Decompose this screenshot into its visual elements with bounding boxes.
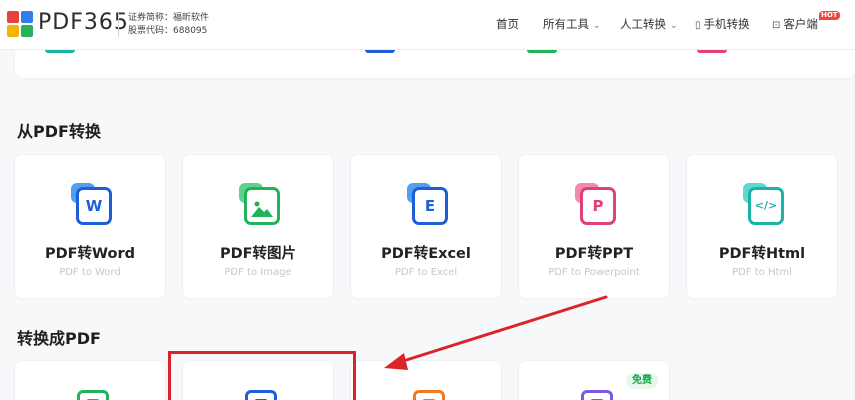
nav-home[interactable]: 首页 <box>496 16 519 32</box>
pdf365-logo-icon[interactable] <box>7 11 33 37</box>
mobile-phone-icon: ▯ <box>695 20 701 31</box>
nav-mobile-convert[interactable]: ▯ 手机转换 <box>695 16 750 34</box>
hot-badge: HOT <box>819 11 840 20</box>
free-badge: 免费 <box>626 373 658 389</box>
previous-tool-icon-teal <box>45 50 75 53</box>
brand-divider <box>118 13 119 37</box>
stock-code: 688095 <box>173 26 208 36</box>
purple-doc-icon <box>581 390 613 400</box>
green-doc-icon <box>77 390 109 400</box>
nav-client-label: 客户端 <box>783 17 818 31</box>
previous-tool-icon-green <box>527 50 557 53</box>
previous-tools-panel <box>15 50 855 78</box>
card-to-pdf-1[interactable] <box>14 360 166 400</box>
excel-glyph: E <box>424 197 436 215</box>
card-to-pdf-3[interactable] <box>350 360 502 400</box>
chevron-down-icon: ⌄ <box>670 21 678 31</box>
card-subtitle: PDF to Word <box>59 267 121 278</box>
card-pdf-to-excel[interactable]: E PDF转Excel PDF to Excel <box>350 154 502 299</box>
card-title: PDF转Word <box>44 246 136 262</box>
ppt-glyph: P <box>592 197 604 215</box>
nav-manual-convert[interactable]: 人工转换 ⌄ <box>620 16 678 34</box>
ppt-doc-icon: P <box>575 183 619 227</box>
card-pdf-to-image[interactable]: PDF转图片 PDF to Image <box>182 154 334 299</box>
html-doc-icon: </> <box>743 183 787 227</box>
chevron-down-icon: ⌄ <box>593 21 601 31</box>
previous-tool-icon-pink <box>697 50 727 53</box>
nav-mobile-convert-label: 手机转换 <box>703 17 750 31</box>
image-doc-icon <box>239 183 283 227</box>
stock-name-label: 证券简称： <box>128 13 174 23</box>
card-subtitle: PDF to Image <box>224 267 292 278</box>
card-title: PDF转Excel <box>381 246 471 262</box>
previous-tool-icon-blue <box>365 50 395 53</box>
card-pdf-to-html[interactable]: </> PDF转Html PDF to Html <box>686 154 838 299</box>
stock-info: 证券简称：福昕软件 股票代码：688095 <box>128 12 209 38</box>
card-title: PDF转PPT <box>554 246 634 262</box>
card-subtitle: PDF to Powerpoint <box>548 267 640 278</box>
nav-home-label: 首页 <box>496 17 519 31</box>
word-glyph: W <box>85 197 103 215</box>
mountain-image-icon <box>251 201 273 217</box>
word-doc-icon: W <box>71 183 115 227</box>
nav-all-tools-label: 所有工具 <box>543 17 589 31</box>
card-title: PDF转Html <box>718 246 806 262</box>
stock-name: 福昕软件 <box>173 13 210 23</box>
orange-doc-icon <box>413 390 445 400</box>
annotation-highlight-box <box>168 351 356 400</box>
nav-manual-convert-label: 人工转换 <box>620 17 666 31</box>
section-title-from-pdf: 从PDF转换 <box>17 122 101 141</box>
section-title-to-pdf: 转换成PDF <box>17 329 101 348</box>
card-pdf-to-ppt[interactable]: P PDF转PPT PDF to Powerpoint <box>518 154 670 299</box>
card-subtitle: PDF to Excel <box>394 267 458 278</box>
nav-all-tools[interactable]: 所有工具 ⌄ <box>543 16 601 34</box>
excel-doc-icon: E <box>407 183 451 227</box>
card-title: PDF转图片 <box>219 246 297 262</box>
top-navbar: PDF365 证券简称：福昕软件 股票代码：688095 首页 所有工具 ⌄ 人工… <box>0 0 855 50</box>
card-subtitle: PDF to Html <box>732 267 792 278</box>
monitor-download-icon: ⊡ <box>772 20 781 31</box>
stock-code-label: 股票代码： <box>128 26 174 36</box>
nav-client[interactable]: ⊡ 客户端 <box>772 16 818 34</box>
brand-name[interactable]: PDF365 <box>38 8 129 38</box>
html-glyph: </> <box>754 199 778 212</box>
card-pdf-to-word[interactable]: W PDF转Word PDF to Word <box>14 154 166 299</box>
